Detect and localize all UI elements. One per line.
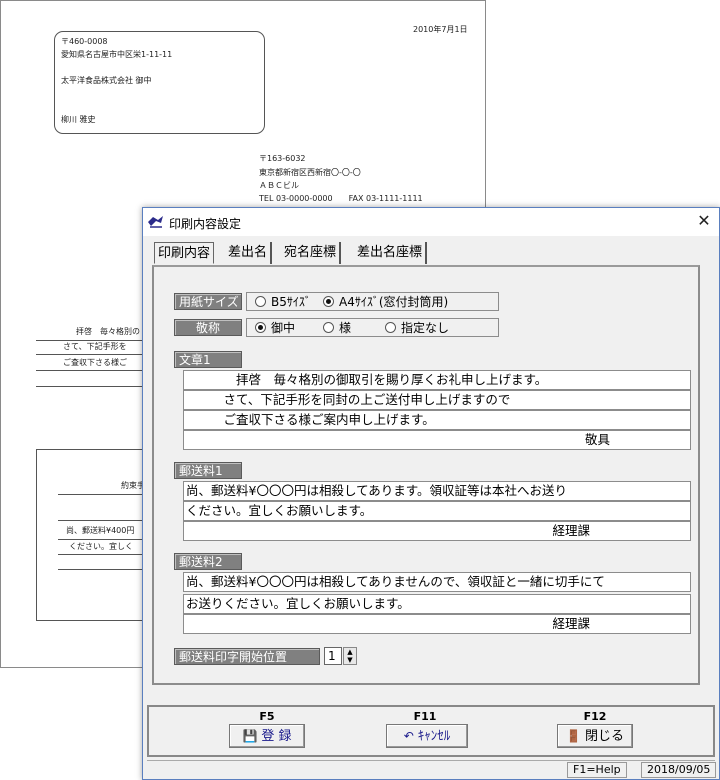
postage-start-label: 郵送料印字開始位置	[174, 648, 320, 665]
exit-door-icon: 🚪	[566, 729, 581, 743]
radio-b5[interactable]: B5ｻｲｽﾞ	[255, 295, 311, 310]
dialog-title: 印刷内容設定	[169, 217, 242, 231]
radio-onchu[interactable]: 御中	[255, 321, 295, 336]
recipient-person: 柳川 雅史	[61, 115, 96, 124]
title-bar[interactable]: 印刷内容設定 ✕	[143, 208, 719, 236]
status-date: 2018/09/05	[641, 762, 717, 778]
tab-recipient-coords[interactable]: 宛名座標	[281, 242, 342, 264]
app-logo-icon	[148, 216, 163, 228]
honorific-label: 敬称	[174, 319, 242, 336]
save-button-label: 登 録	[261, 729, 292, 744]
rule-line	[58, 494, 146, 495]
rule-line	[58, 539, 146, 540]
bill-note-2: ください。宜しく	[69, 542, 133, 551]
paper-size-group: B5ｻｲｽﾞ A4ｻｲｽﾞ(窓付封筒用)	[246, 292, 499, 311]
sentence1-line-1[interactable]: 拝啓 毎々格別の御取引を賜り厚くお礼申し上げます。	[183, 370, 691, 390]
function-key-bar: F5 💾 登 録 F11 ↶ ｷｬﾝｾﾙ F12 🚪 閉じる	[147, 705, 715, 757]
postage2-line-2[interactable]: お送りください。宜しくお願いします。	[183, 594, 691, 614]
sender-phone: TEL 03-0000-0000 FAX 03-1111-1111	[259, 194, 423, 203]
tab-print-content[interactable]: 印刷内容	[154, 242, 215, 264]
print-settings-dialog: 印刷内容設定 ✕ 印刷内容 差出名 宛名座標 差出名座標 用紙サイズ B5ｻｲｽ…	[142, 207, 720, 780]
paper-size-label: 用紙サイズ	[174, 293, 242, 310]
rule-line	[58, 554, 146, 555]
honorific-group: 御中 様 指定なし	[246, 318, 499, 337]
cancel-button-label: ｷｬﾝｾﾙ	[417, 729, 451, 744]
cancel-button[interactable]: ↶ ｷｬﾝｾﾙ	[386, 724, 468, 748]
rule-line	[36, 386, 146, 387]
status-help: F1=Help	[567, 762, 627, 778]
floppy-disk-icon: 💾	[242, 729, 258, 743]
tab-sender-coords[interactable]: 差出名座標	[354, 242, 428, 264]
status-bar: F1=Help 2018/09/05	[147, 760, 717, 778]
f11-key-label: F11	[413, 710, 437, 723]
sentence1-line-2[interactable]: さて、下記手形を同封の上ご送付申し上げますので	[183, 390, 691, 410]
rule-line	[58, 569, 146, 570]
radio-b5-label: B5ｻｲｽﾞ	[271, 295, 311, 309]
rule-line	[36, 354, 146, 355]
radio-a4-label: A4ｻｲｽﾞ(窓付封筒用)	[339, 295, 449, 309]
sender-address: 東京都新宿区西新宿〇-〇-〇	[259, 168, 361, 177]
letter-line-1: 拝啓 毎々格別の	[76, 327, 140, 336]
radio-none-label: 指定なし	[401, 321, 450, 335]
rule-line	[58, 520, 146, 521]
sender-building: ＡＢＣビル	[259, 181, 299, 190]
radio-indicator	[323, 322, 334, 333]
postage1-line-2[interactable]: ください。宜しくお願いします。	[183, 501, 691, 521]
recipient-company: 太平洋食品株式会社 御中	[61, 76, 152, 85]
sentence1-label: 文章1	[174, 351, 242, 368]
sentence1-line-3[interactable]: ご査収下さる様ご案内申し上げます。	[183, 410, 691, 430]
bill-note-1: 尚、郵送料¥400円	[66, 526, 135, 535]
postage2-label: 郵送料2	[174, 553, 242, 570]
undo-arrow-icon: ↶	[403, 729, 414, 743]
recipient-postal: 〒460-0008	[61, 37, 108, 46]
postage-start-value[interactable]: 1	[324, 647, 342, 665]
postage1-line-1[interactable]: 尚、郵送料¥〇〇〇円は相殺してあります。領収証等は本社へお送り	[183, 481, 691, 501]
save-button[interactable]: 💾 登 録	[229, 724, 305, 748]
f5-key-label: F5	[259, 710, 275, 723]
letter-line-3: ご査収下さる様ご	[63, 358, 127, 367]
letter-line-2: さて、下記手形を	[63, 342, 127, 351]
radio-none[interactable]: 指定なし	[385, 321, 449, 336]
radio-sama[interactable]: 様	[323, 321, 351, 336]
radio-indicator-selected	[323, 296, 334, 307]
radio-sama-label: 様	[339, 321, 352, 335]
postage2-line-3[interactable]: 経理課	[183, 614, 691, 634]
close-icon[interactable]: ✕	[693, 210, 715, 232]
f12-key-label: F12	[583, 710, 607, 723]
rule-line	[36, 340, 146, 341]
radio-indicator	[255, 296, 266, 307]
radio-a4[interactable]: A4ｻｲｽﾞ(窓付封筒用)	[323, 295, 448, 310]
sender-postal: 〒163-6032	[259, 154, 306, 163]
spinner-arrows-icon[interactable]: ▲ ▼	[343, 647, 357, 665]
close-button-label: 閉じる	[584, 729, 624, 744]
radio-onchu-label: 御中	[271, 321, 296, 335]
sentence1-line-4[interactable]: 敬具	[183, 430, 691, 450]
rule-line	[36, 370, 146, 371]
postage2-line-1[interactable]: 尚、郵送料¥〇〇〇円は相殺してありませんので、領収証と一緒に切手にて	[183, 572, 691, 592]
letter-date: 2010年7月1日	[413, 25, 468, 34]
tab-sender-name[interactable]: 差出名	[225, 242, 273, 264]
tab-panel: 用紙サイズ B5ｻｲｽﾞ A4ｻｲｽﾞ(窓付封筒用) 敬称 御中 様 指定なし …	[152, 265, 700, 685]
postage1-label: 郵送料1	[174, 462, 242, 479]
radio-indicator	[385, 322, 396, 333]
radio-indicator-selected	[255, 322, 266, 333]
close-button[interactable]: 🚪 閉じる	[557, 724, 633, 748]
recipient-address: 愛知県名古屋市中区栄1-11-11	[61, 50, 173, 59]
postage1-line-3[interactable]: 経理課	[183, 521, 691, 541]
